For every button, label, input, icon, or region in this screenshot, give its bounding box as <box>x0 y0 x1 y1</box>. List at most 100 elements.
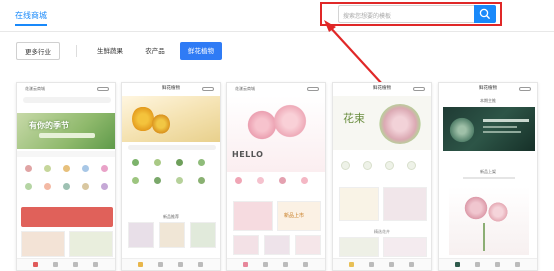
user-icon <box>93 262 98 267</box>
home-icon <box>455 262 460 267</box>
section-subline <box>463 177 515 179</box>
tab-more-industries[interactable]: 更多行业 <box>16 42 60 60</box>
card-topbar: 鲜花植物 <box>333 83 431 95</box>
banner-text: 花束 <box>343 112 365 125</box>
category-icon <box>301 177 308 184</box>
category-icon <box>25 183 32 190</box>
user-icon <box>515 262 520 267</box>
stem <box>483 223 485 251</box>
category-tab-icon <box>53 262 58 267</box>
category-icon <box>154 177 161 184</box>
banner-image <box>122 96 220 142</box>
template-card[interactable]: 花漾云商城 HELLO 新品上市 <box>226 82 326 271</box>
card-tabbar <box>333 258 431 270</box>
category-icon <box>198 159 205 166</box>
category-icon <box>363 161 372 170</box>
cart-icon <box>73 262 78 267</box>
flower-image <box>487 201 509 223</box>
category-icon <box>257 177 264 184</box>
category-tab-icon <box>158 262 163 267</box>
category-tab-icon <box>475 262 480 267</box>
product-thumb <box>233 201 273 231</box>
card-title: 鲜花植物 <box>373 86 391 91</box>
banner-subline <box>39 133 95 138</box>
category-tab-icon <box>369 262 374 267</box>
user-icon <box>409 262 414 267</box>
template-card[interactable]: 鲜花植物 花束 精选花卉 <box>332 82 432 271</box>
category-tabs: 更多行业 生鲜蔬果 农产品 鲜花植物 <box>0 42 554 62</box>
card-topbar: 花漾云商城 <box>17 83 115 95</box>
product-thumb <box>128 222 154 248</box>
capsule-icon <box>519 87 531 91</box>
category-icon <box>82 165 89 172</box>
product-thumb <box>21 231 65 257</box>
product-thumb <box>159 222 185 248</box>
banner-image: 花束 <box>333 96 431 150</box>
template-card[interactable]: 鲜花植物 本期主推 新品上架 <box>438 82 538 271</box>
mini-search-bar <box>23 97 111 103</box>
user-icon <box>198 262 203 267</box>
tab-agricultural[interactable]: 农产品 <box>138 42 172 60</box>
banner-image: HELLO <box>227 96 325 172</box>
banner-image <box>443 107 535 151</box>
category-icon <box>44 165 51 172</box>
cart-icon <box>283 262 288 267</box>
category-icon <box>198 177 205 184</box>
category-icon <box>176 177 183 184</box>
product-thumb <box>69 231 113 257</box>
category-icon <box>176 159 183 166</box>
card-tabbar <box>122 258 220 270</box>
category-icon <box>101 183 108 190</box>
section-title: 精选花卉 <box>374 229 390 234</box>
category-icon <box>132 159 139 166</box>
card-title: 鲜花植物 <box>479 86 497 91</box>
shop-name: 花漾云商城 <box>235 86 255 91</box>
capsule-icon <box>97 87 109 91</box>
home-icon <box>349 262 354 267</box>
banner-text: 有你的季节 <box>29 121 69 130</box>
product-thumb <box>190 222 216 248</box>
category-icon <box>82 183 89 190</box>
category-icon <box>279 177 286 184</box>
banner-image: 有你的季节 <box>17 113 115 149</box>
banner-subline <box>483 126 517 128</box>
notice-strip <box>17 151 115 157</box>
capsule-icon <box>413 87 425 91</box>
promo-card: 新品上市 <box>277 201 321 231</box>
tab-divider <box>76 45 77 57</box>
category-icon <box>44 183 51 190</box>
category-icon <box>25 165 32 172</box>
card-tabbar <box>227 258 325 270</box>
category-icon <box>407 161 416 170</box>
sunflower-image <box>152 114 170 134</box>
category-icon <box>341 161 350 170</box>
category-icon <box>385 161 394 170</box>
hero-text: HELLO <box>232 150 264 159</box>
category-icon <box>101 165 108 172</box>
category-row <box>333 153 431 183</box>
capsule-icon <box>202 87 214 91</box>
mini-search-bar <box>128 145 216 150</box>
banner-subline <box>483 131 521 133</box>
home-icon <box>138 262 143 267</box>
template-card[interactable]: 花漾云商城 有你的季节 <box>16 82 116 271</box>
category-icon <box>63 183 70 190</box>
home-icon <box>33 262 38 267</box>
card-tabbar <box>17 258 115 270</box>
section-title: 新品推荐 <box>163 214 179 219</box>
page: 在线商城 搜索您想要的模板 更多行业 生鲜蔬果 农产品 鲜花植物 花漾云商城 有… <box>0 0 554 271</box>
cart-icon <box>389 262 394 267</box>
card-topbar: 花漾云商城 <box>227 83 325 95</box>
sunflower-image <box>132 106 154 132</box>
rose-image <box>273 104 307 138</box>
product-image <box>449 187 529 255</box>
product-thumb <box>339 187 379 221</box>
card-topbar: 鲜花植物 <box>439 83 537 95</box>
card-tabbar <box>439 258 537 270</box>
shop-name: 花漾云商城 <box>25 86 45 91</box>
tab-fresh-produce[interactable]: 生鲜蔬果 <box>90 42 130 60</box>
section-title: 新品上架 <box>480 169 496 174</box>
card-topbar: 鲜花植物 <box>122 83 220 95</box>
tab-flowers-plants[interactable]: 鲜花植物 <box>180 42 222 60</box>
template-card[interactable]: 鲜花植物 新品推荐 <box>121 82 221 271</box>
